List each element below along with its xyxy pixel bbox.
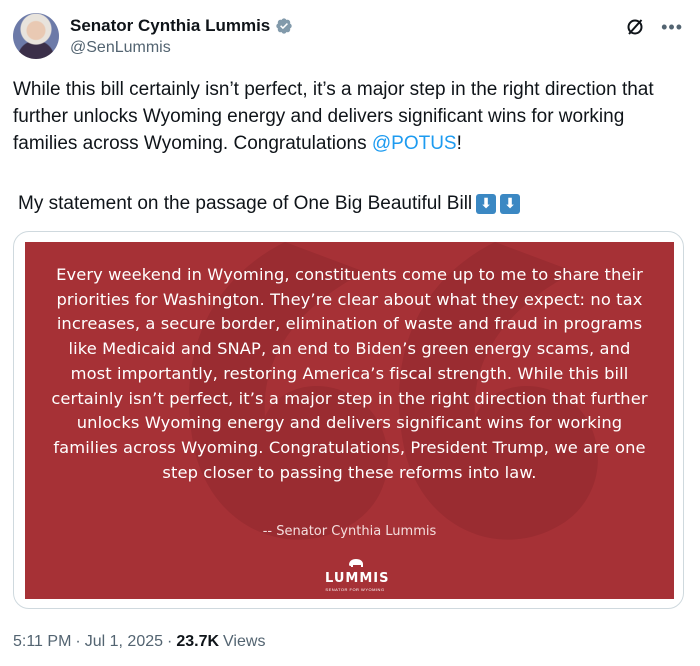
- media-card[interactable]: Every weekend in Wyoming, constituents c…: [13, 231, 684, 609]
- tweet-time[interactable]: 5:11 PM: [13, 633, 71, 651]
- meta-separator: ·: [167, 633, 173, 650]
- logo-wordmark: LUMMIS: [325, 571, 390, 586]
- author-name-row: Senator Cynthia Lummis: [70, 16, 293, 36]
- statement-text: My statement on the passage of One Big B…: [18, 193, 473, 214]
- lummis-logo: LUMMIS SENATOR FOR WYOMING: [325, 554, 390, 594]
- down-arrow-icon: ⬇: [476, 193, 497, 214]
- potus-mention-link[interactable]: @POTUS: [372, 133, 457, 154]
- statement-attribution: -- Senator Cynthia Lummis: [262, 524, 437, 539]
- tweet-date[interactable]: Jul 1, 2025: [85, 633, 163, 651]
- tweet-header: Senator Cynthia Lummis @SenLummis •••: [13, 13, 687, 61]
- header-actions: •••: [625, 17, 683, 37]
- statement-body-text: Every weekend in Wyoming, constituents c…: [51, 265, 648, 482]
- down-arrow-icon: ⬇: [500, 193, 521, 214]
- grok-icon[interactable]: [625, 17, 645, 37]
- author-display-name[interactable]: Senator Cynthia Lummis: [70, 16, 270, 36]
- statement-line: My statement on the passage of One Big B…: [18, 190, 521, 217]
- tweet-body-end: !: [456, 133, 462, 154]
- bison-icon: [349, 559, 363, 567]
- tweet-text: While this bill certainly isn’t perfect,…: [13, 76, 689, 157]
- author-avatar[interactable]: [13, 13, 59, 59]
- verified-badge-icon: [276, 18, 292, 34]
- logo-subtitle: SENATOR FOR WYOMING: [325, 587, 385, 592]
- views-count[interactable]: 23.7K: [176, 633, 219, 651]
- statement-image: Every weekend in Wyoming, constituents c…: [25, 242, 674, 599]
- meta-separator: ·: [75, 633, 81, 650]
- tweet-body: While this bill certainly isn’t perfect,…: [13, 79, 654, 154]
- views-label: Views: [223, 633, 266, 650]
- more-icon[interactable]: •••: [661, 18, 683, 36]
- author-handle[interactable]: @SenLummis: [70, 39, 171, 57]
- tweet-meta: 5:11 PM · Jul 1, 2025 · 23.7K Views: [13, 633, 265, 651]
